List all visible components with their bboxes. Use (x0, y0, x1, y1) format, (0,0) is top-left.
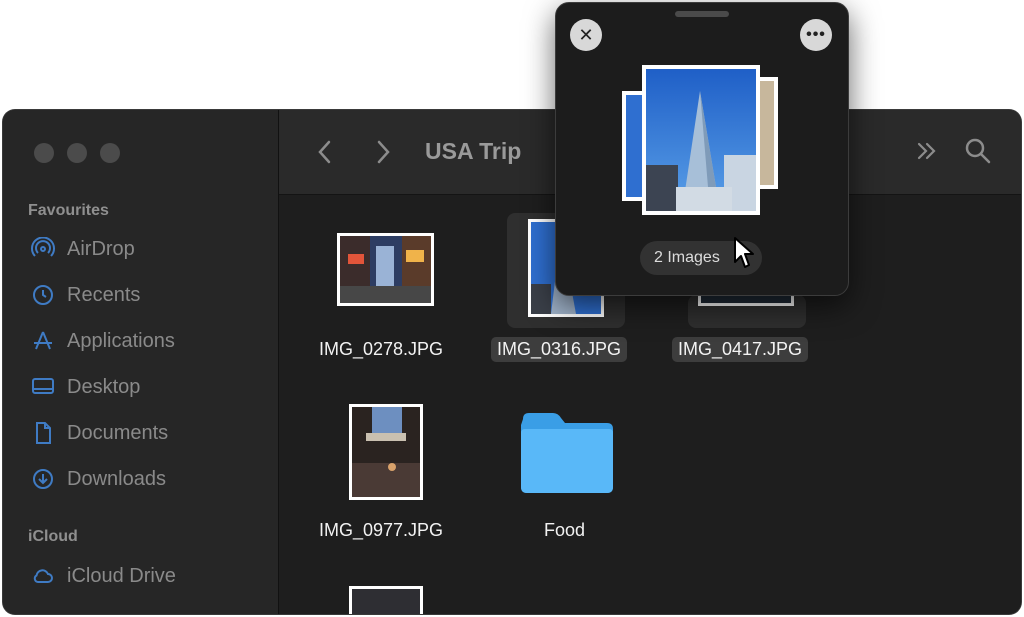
airdrop-icon (31, 237, 55, 257)
photo-tower-large (646, 69, 756, 211)
folder-name[interactable]: Food (538, 518, 591, 543)
chevron-right-icon[interactable] (369, 136, 397, 168)
close-icon[interactable]: ✕ (570, 19, 602, 51)
clock-icon (33, 285, 53, 305)
close-window-button[interactable] (34, 143, 54, 163)
search-icon[interactable] (963, 136, 993, 166)
file-name[interactable]: IMG_0316.JPG (491, 337, 628, 362)
sidebar-item-label: AirDrop (67, 237, 135, 260)
images-count-label: 2 Images (654, 249, 720, 266)
file-name[interactable]: IMG_0977.JPG (313, 518, 449, 543)
sidebar-item-downloads[interactable]: Downloads (31, 464, 166, 494)
cloud-icon (33, 569, 53, 583)
file-thumbnail-img-0278[interactable] (337, 233, 434, 306)
sidebar: Favourites AirDrop Recents Applications … (3, 110, 279, 614)
sidebar-item-applications[interactable]: Applications (31, 326, 175, 356)
sidebar-item-label: Recents (67, 283, 141, 306)
sidebar-item-documents[interactable]: Documents (31, 418, 168, 448)
sidebar-item-desktop[interactable]: Desktop (31, 372, 140, 402)
download-icon (33, 469, 53, 489)
stack-card-front (642, 65, 760, 215)
sidebar-item-label: Documents (67, 421, 169, 444)
file-name[interactable]: IMG_0278.JPG (313, 337, 449, 362)
chevron-left-icon[interactable] (311, 136, 339, 168)
folder-icon[interactable] (517, 411, 617, 495)
sidebar-item-label: Downloads (67, 467, 166, 490)
double-chevron-icon[interactable] (912, 136, 942, 166)
applications-icon (34, 331, 52, 350)
sidebar-item-label: iCloud Drive (67, 564, 176, 587)
mouse-pointer-icon (734, 237, 754, 268)
window-title: USA Trip (425, 138, 522, 164)
desktop-icon (32, 378, 54, 394)
drag-stack-popover: ✕ ••• 2 Images (555, 2, 849, 296)
file-thumbnail-partial[interactable] (349, 586, 423, 614)
file-thumbnail-img-0977[interactable] (349, 404, 423, 500)
sidebar-item-icloud-drive[interactable]: iCloud Drive (31, 561, 176, 591)
photo-times-square (340, 236, 431, 303)
sidebar-section-favourites: Favourites (28, 202, 109, 219)
finder-window: Favourites AirDrop Recents Applications … (3, 110, 1021, 614)
sidebar-section-icloud: iCloud (28, 528, 78, 545)
sidebar-item-label: Applications (67, 329, 175, 352)
minimize-window-button[interactable] (67, 143, 87, 163)
sidebar-item-label: Desktop (67, 375, 141, 398)
window-controls (34, 143, 120, 163)
sidebar-item-airdrop[interactable]: AirDrop (31, 234, 135, 264)
popover-grabber[interactable] (675, 11, 729, 17)
sidebar-item-recents[interactable]: Recents (31, 280, 140, 310)
file-name[interactable]: IMG_0417.JPG (672, 337, 809, 362)
document-icon (36, 422, 51, 444)
photo-street (352, 407, 420, 497)
more-icon[interactable]: ••• (800, 19, 832, 51)
zoom-window-button[interactable] (100, 143, 120, 163)
